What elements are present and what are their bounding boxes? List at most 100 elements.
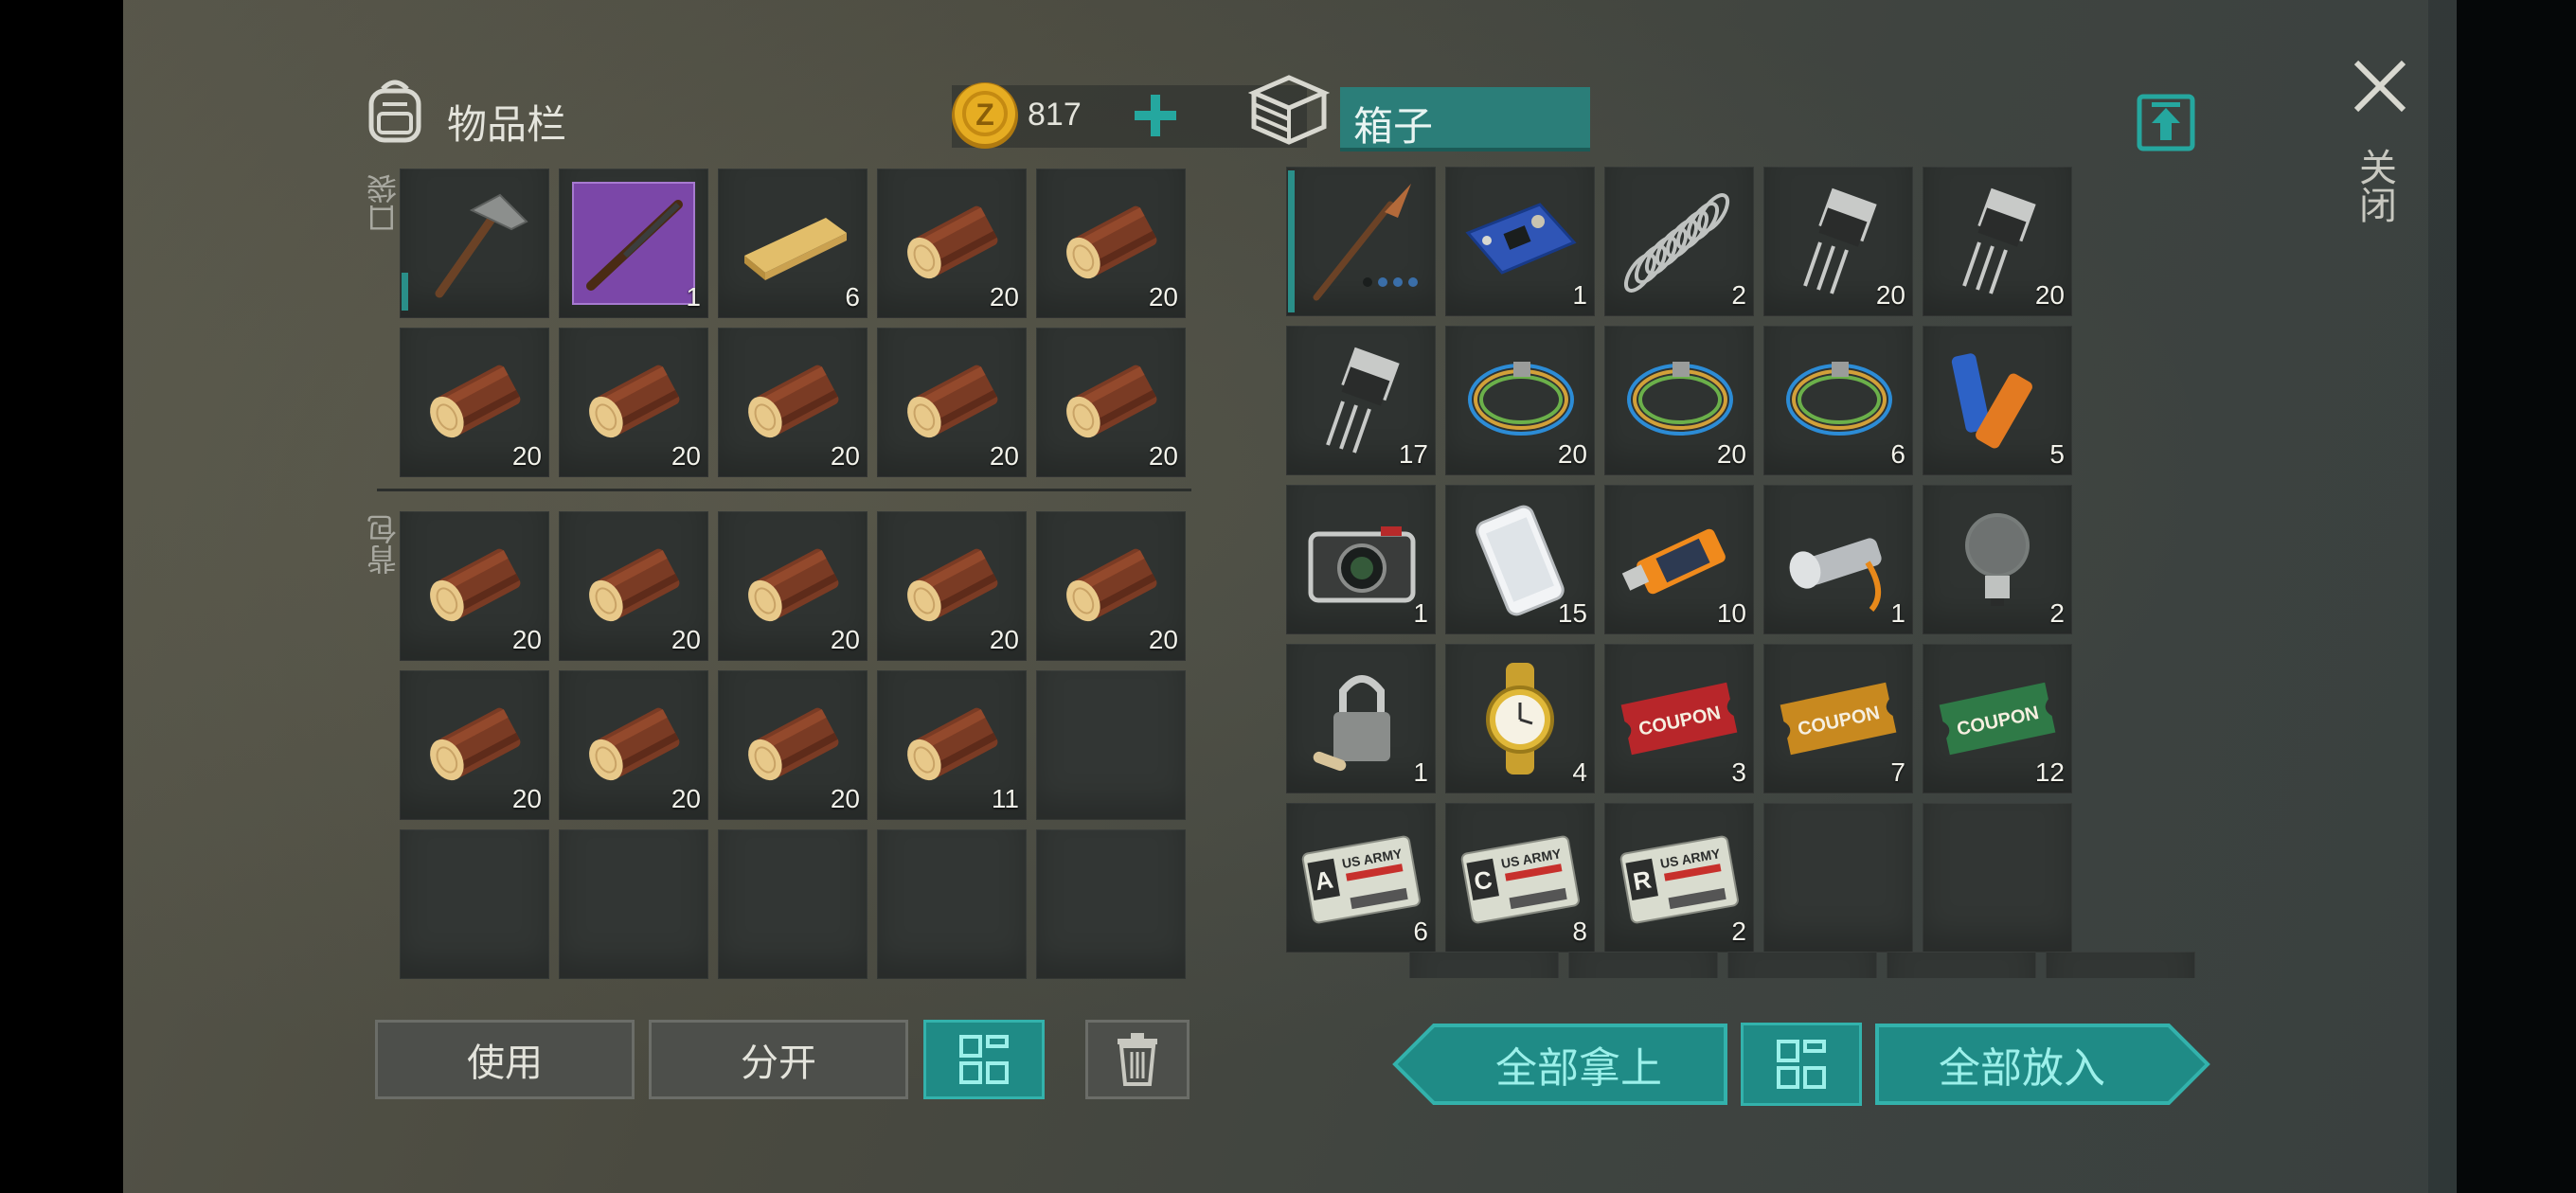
slot-plank[interactable]: 6: [718, 169, 868, 318]
slot-transistor[interactable]: 17: [1286, 326, 1436, 475]
slot-coupon-ration[interactable]: COUPON 12: [1923, 644, 2072, 793]
item-count: 20: [671, 441, 701, 471]
item-count: 20: [2034, 280, 2065, 310]
grid-sort-icon: [1777, 1040, 1826, 1089]
slot-transistor[interactable]: 20: [1923, 167, 2072, 316]
item-count: 2: [1731, 280, 1746, 310]
slot-transistor[interactable]: 20: [1763, 167, 1913, 316]
coin-icon: Z: [949, 80, 1021, 151]
pocket-label: 口袋: [367, 173, 401, 234]
game-screen: 物品栏 Z 817 口袋 背包 1 6 20 20 20 20 20 20 20 20 20 20 20…: [123, 0, 2576, 1193]
split-button[interactable]: 分开: [649, 1020, 908, 1099]
slot-log[interactable]: 20: [1036, 169, 1186, 318]
item-count: 11: [991, 784, 1019, 813]
slot-log[interactable]: 20: [400, 511, 549, 661]
grid-sort-icon: [959, 1035, 1009, 1084]
slot-wire[interactable]: 20: [1604, 326, 1754, 475]
sort-inventory-button[interactable]: [923, 1020, 1045, 1099]
slot-log[interactable]: 20: [559, 328, 708, 477]
take-all-button[interactable]: 全部拿上: [1392, 1023, 1727, 1106]
item-count: 20: [830, 441, 860, 471]
item-count: 20: [511, 625, 542, 654]
slot-circuit-board[interactable]: 1: [1445, 167, 1595, 316]
close-button[interactable]: [2351, 57, 2409, 116]
item-count: 20: [511, 441, 542, 471]
item-count: 20: [989, 282, 1019, 312]
slot-army-card[interactable]: A US ARMY 6: [1286, 803, 1436, 953]
item-count: 20: [511, 784, 542, 813]
empty-slot[interactable]: [1763, 803, 1913, 953]
empty-slot[interactable]: [1036, 829, 1186, 979]
slot-log[interactable]: 20: [400, 670, 549, 820]
slot-flashlight[interactable]: 1: [1763, 485, 1913, 634]
slot-log[interactable]: 20: [877, 511, 1027, 661]
empty-slot[interactable]: [718, 829, 868, 979]
slot-log[interactable]: 20: [559, 670, 708, 820]
empty-slot[interactable]: [1923, 803, 2072, 953]
delete-button[interactable]: [1085, 1020, 1190, 1099]
backpack-icon: [362, 76, 428, 144]
item-count: 1: [1413, 598, 1428, 628]
upload-icon: [2137, 94, 2195, 151]
section-divider: [377, 489, 1191, 491]
item-count: 1: [686, 282, 701, 312]
item-count: 20: [1148, 282, 1178, 312]
slot-log[interactable]: 20: [718, 511, 868, 661]
empty-slot[interactable]: [1036, 670, 1186, 820]
container-title-field[interactable]: 箱子: [1340, 87, 1590, 151]
item-count: 6: [845, 282, 860, 312]
backpack-label: 背包: [367, 514, 401, 575]
item-count: 1: [1413, 757, 1428, 787]
slot-coupon-survival[interactable]: COUPON 7: [1763, 644, 1913, 793]
slot-usb-drive[interactable]: 10: [1604, 485, 1754, 634]
put-all-button[interactable]: 全部放入: [1875, 1023, 2210, 1106]
slot-log[interactable]: 20: [877, 328, 1027, 477]
slot-pickaxe[interactable]: [400, 169, 549, 318]
empty-slot[interactable]: [877, 829, 1027, 979]
slot-coupon-combat[interactable]: COUPON 3: [1604, 644, 1754, 793]
close-label[interactable]: 关闭: [2353, 148, 2402, 223]
item-count: 2: [1731, 917, 1746, 946]
use-button[interactable]: 使用: [375, 1020, 635, 1099]
item-count: 1: [1890, 598, 1905, 628]
item-count: 20: [830, 784, 860, 813]
container-box-icon: [1247, 72, 1331, 148]
slot-wire[interactable]: 20: [1445, 326, 1595, 475]
container-title: 箱子: [1353, 104, 1434, 149]
slot-log[interactable]: 20: [877, 169, 1027, 318]
coin-count: 817: [1028, 97, 1082, 133]
svg-text:Z: Z: [975, 98, 994, 132]
upload-button[interactable]: [2137, 89, 2195, 151]
slot-camera[interactable]: 1: [1286, 485, 1436, 634]
item-count: 1: [1572, 280, 1587, 310]
slot-log[interactable]: 20: [1036, 511, 1186, 661]
selected-indicator: [1288, 170, 1295, 312]
slot-batteries[interactable]: 5: [1923, 326, 2072, 475]
slot-log[interactable]: 20: [400, 328, 549, 477]
item-count: 20: [1557, 439, 1587, 469]
trash-icon: [1118, 1033, 1157, 1086]
slot-padlock[interactable]: 1: [1286, 644, 1436, 793]
empty-slot[interactable]: [400, 829, 549, 979]
slot-spear[interactable]: [1286, 167, 1436, 316]
item-count: 20: [671, 625, 701, 654]
item-count: 15: [1557, 598, 1587, 628]
slot-shotgun[interactable]: 1: [559, 169, 708, 318]
slot-army-card[interactable]: R US ARMY 2: [1604, 803, 1754, 953]
slot-spring[interactable]: 2: [1604, 167, 1754, 316]
slot-log[interactable]: 20: [559, 511, 708, 661]
slot-army-card[interactable]: C US ARMY 8: [1445, 803, 1595, 953]
slot-log[interactable]: 20: [1036, 328, 1186, 477]
slot-light-bulb[interactable]: 2: [1923, 485, 2072, 634]
sort-container-button[interactable]: [1741, 1023, 1862, 1106]
slot-wristwatch[interactable]: 4: [1445, 644, 1595, 793]
add-coins-button[interactable]: [1127, 87, 1184, 144]
slot-log[interactable]: 20: [718, 670, 868, 820]
close-icon: [2353, 60, 2406, 113]
empty-slot[interactable]: [559, 829, 708, 979]
slot-wire[interactable]: 6: [1763, 326, 1913, 475]
slot-smartphone[interactable]: 15: [1445, 485, 1595, 634]
item-count: 20: [989, 625, 1019, 654]
slot-log[interactable]: 20: [718, 328, 868, 477]
slot-log[interactable]: 11: [877, 670, 1027, 820]
